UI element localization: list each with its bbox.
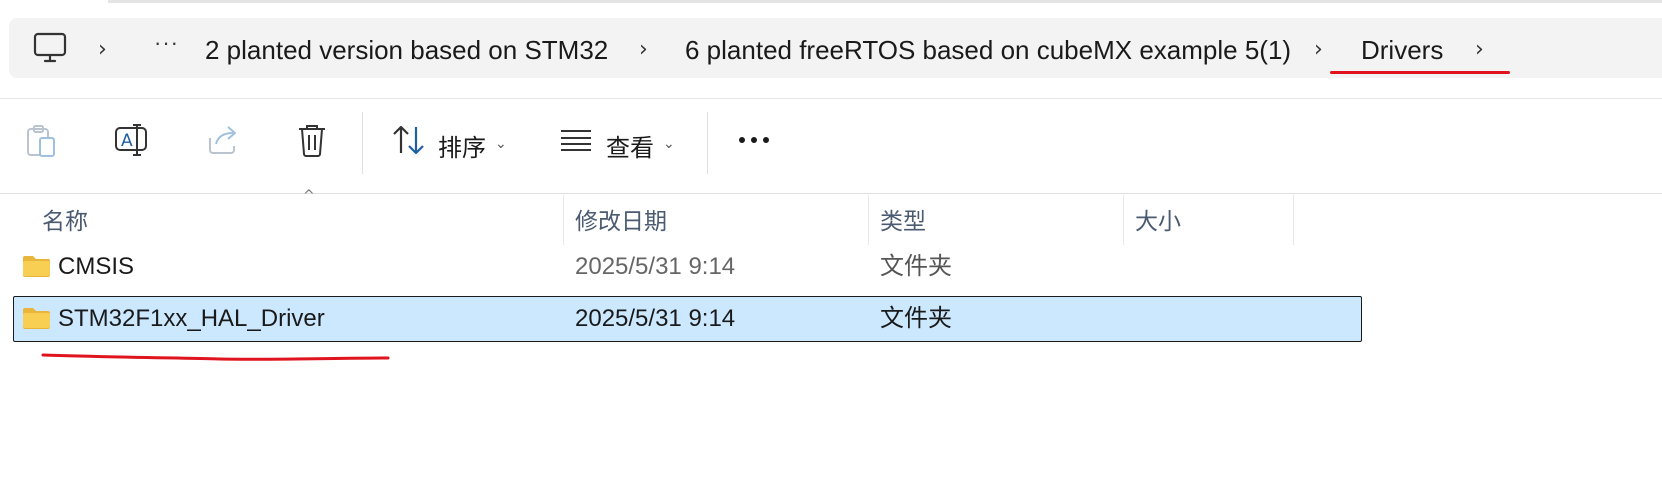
annotation-underline xyxy=(1330,71,1510,74)
sort-button-label[interactable]: 排序 xyxy=(438,132,486,166)
view-icon[interactable] xyxy=(560,128,592,152)
svg-text:A: A xyxy=(121,131,133,151)
sort-ascending-icon: ^ xyxy=(303,188,315,204)
file-type: 文件夹 xyxy=(880,305,952,332)
chevron-down-icon[interactable]: ⌄ xyxy=(495,136,507,152)
breadcrumb-chevron[interactable]: › xyxy=(1314,32,1323,68)
file-name[interactable]: CMSIS xyxy=(58,251,134,283)
chevron-down-icon[interactable]: ⌄ xyxy=(663,136,675,152)
view-button-label[interactable]: 查看 xyxy=(606,132,654,166)
share-icon[interactable] xyxy=(206,124,240,156)
column-divider[interactable] xyxy=(1293,195,1294,245)
column-header-name[interactable]: 名称 xyxy=(42,204,88,238)
file-name[interactable]: STM32F1xx_HAL_Driver xyxy=(58,303,325,335)
file-date: 2025/5/31 9:14 xyxy=(575,305,736,332)
delete-icon[interactable] xyxy=(297,122,327,158)
folder-icon xyxy=(23,256,50,277)
toolbar-divider xyxy=(707,112,708,174)
rename-icon[interactable]: A xyxy=(114,123,148,157)
column-header-date[interactable]: 修改日期 xyxy=(575,204,667,238)
column-header-type[interactable]: 类型 xyxy=(880,204,926,238)
toolbar-divider xyxy=(362,112,363,174)
breadcrumb-chevron[interactable]: › xyxy=(98,32,107,68)
breadcrumb-item[interactable]: 6 planted freeRTOS based on cubeMX examp… xyxy=(685,32,1291,68)
folder-icon xyxy=(23,308,50,329)
computer-icon[interactable] xyxy=(33,32,67,64)
divider xyxy=(0,193,1662,194)
copy-icon[interactable] xyxy=(25,124,57,158)
more-icon[interactable] xyxy=(738,136,772,144)
file-date: 2025/5/31 9:14 xyxy=(575,253,736,280)
file-row-selected[interactable]: STM32F1xx_HAL_Driver 2025/5/31 9:14 文件夹 xyxy=(13,296,1362,342)
column-divider[interactable] xyxy=(868,195,869,245)
breadcrumb-item[interactable]: 2 planted version based on STM32 xyxy=(205,32,608,68)
column-divider[interactable] xyxy=(563,195,564,245)
window-top-edge xyxy=(108,0,1662,3)
annotation-underline xyxy=(41,353,390,361)
divider xyxy=(0,98,1662,99)
breadcrumb-chevron[interactable]: › xyxy=(1475,32,1484,68)
column-divider[interactable] xyxy=(1123,195,1124,245)
column-header-size[interactable]: 大小 xyxy=(1135,204,1181,238)
file-type: 文件夹 xyxy=(880,253,952,280)
sort-icon[interactable] xyxy=(392,124,426,156)
file-row[interactable]: CMSIS 2025/5/31 9:14 文件夹 xyxy=(13,244,1362,290)
breadcrumb-chevron[interactable]: › xyxy=(639,32,648,68)
breadcrumb-item-current[interactable]: Drivers xyxy=(1361,32,1443,68)
breadcrumb-more-button[interactable]: ··· xyxy=(154,30,179,56)
